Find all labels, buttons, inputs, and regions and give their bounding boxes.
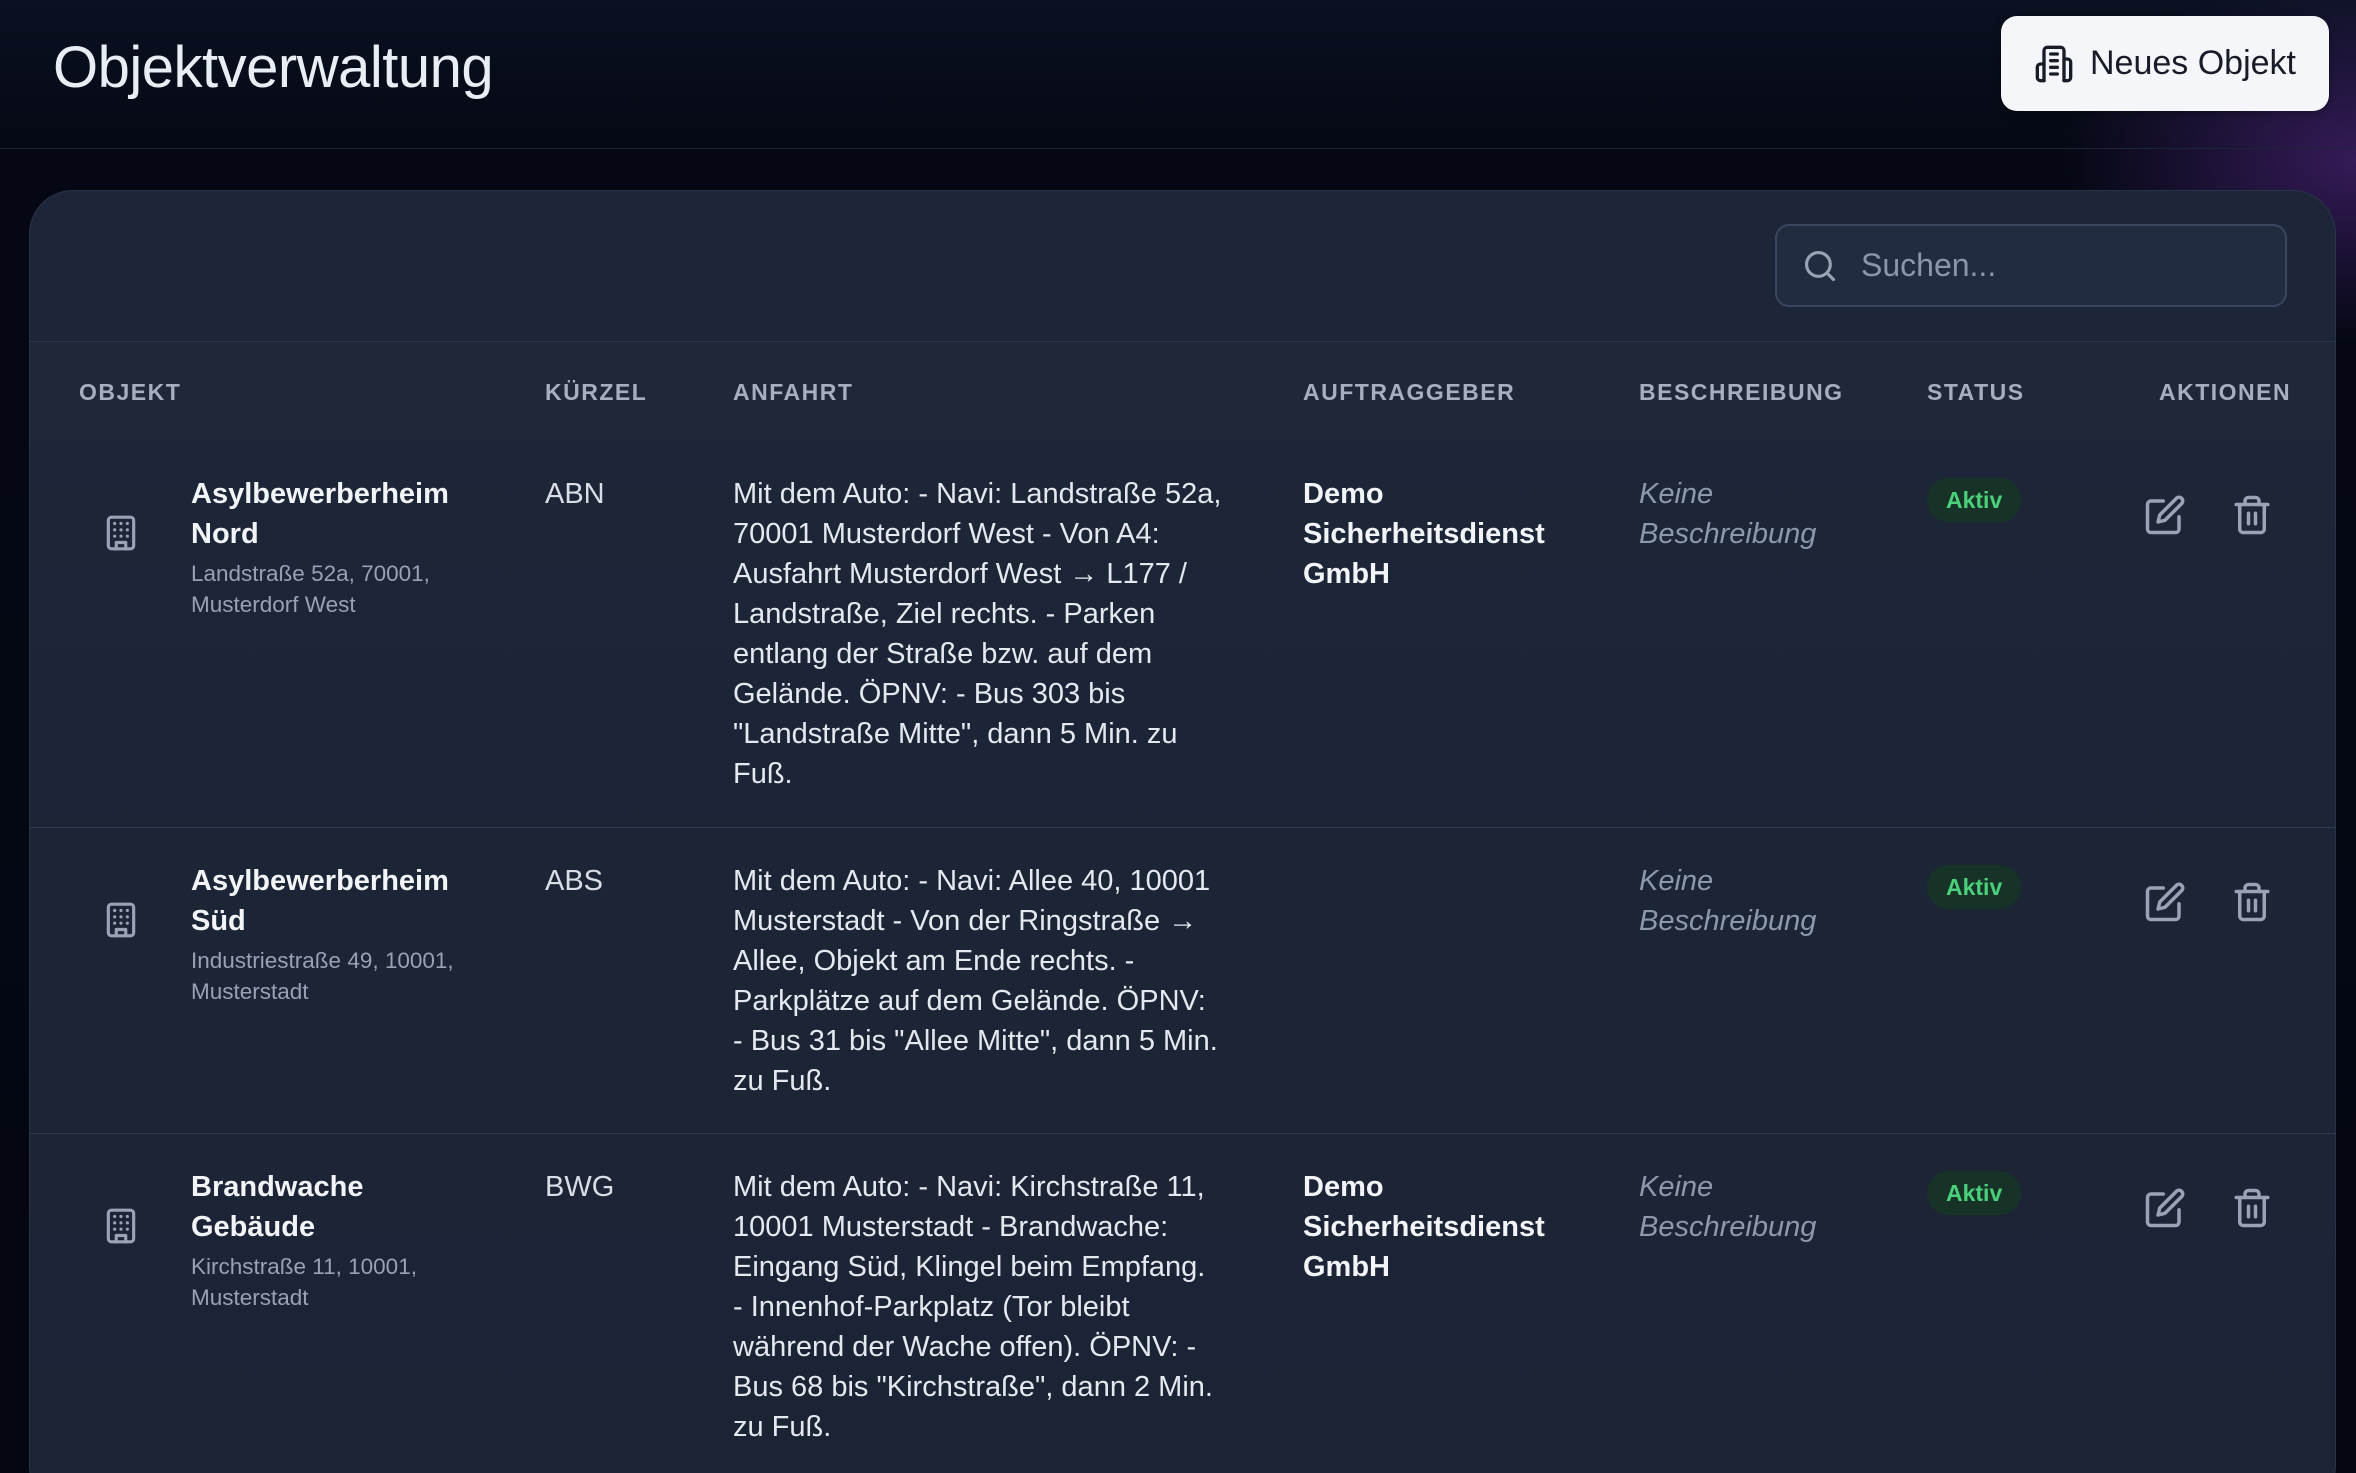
trash-icon[interactable]: [2231, 881, 2273, 923]
object-address: Landstraße 52a, 70001, Musterdorf West: [191, 561, 430, 617]
column-header-status: STATUS: [1927, 379, 2025, 405]
object-name: Brandwache Gebäude: [191, 1171, 364, 1243]
building-plus-icon: [2035, 45, 2073, 82]
object-kuerzel: ABN: [545, 478, 605, 510]
status-badge: Aktiv: [1927, 865, 2022, 909]
building-icon: [106, 902, 136, 938]
object-anfahrt: Mit dem Auto: - Navi: Landstraße 52a, 70…: [733, 478, 1222, 790]
table-row[interactable]: Brandwache Gebäude Kirchstraße 11, 10001…: [30, 1133, 2335, 1473]
column-header-beschreibung: BESCHREIBUNG: [1639, 379, 1844, 405]
column-header-aktionen: AKTIONEN: [2159, 379, 2292, 405]
table-header: OBJEKT KÜRZEL ANFAHRT AUFTRAGGEBER BESCH…: [30, 341, 2335, 441]
search-box[interactable]: [1775, 224, 2287, 307]
search-icon: [1804, 250, 1836, 281]
object-beschreibung: Keine Beschreibung: [1639, 1171, 1817, 1243]
object-address: Industriestraße 49, 10001, Musterstadt: [191, 948, 454, 1004]
column-header-auftraggeber: AUFTRAGGEBER: [1303, 379, 1516, 405]
object-beschreibung: Keine Beschreibung: [1639, 865, 1817, 937]
trash-icon[interactable]: [2231, 494, 2273, 536]
object-auftraggeber: Demo Sicherheitsdienst GmbH: [1303, 1171, 1545, 1283]
top-bar: Objektverwaltung Neues Objekt: [0, 0, 2356, 149]
edit-icon[interactable]: [2144, 494, 2186, 536]
column-header-kuerzel: KÜRZEL: [545, 379, 648, 405]
new-object-label: Neues Objekt: [2090, 44, 2296, 82]
object-auftraggeber: Demo Sicherheitsdienst GmbH: [1303, 478, 1545, 590]
table-row[interactable]: Asylbewerberheim Süd Industriestraße 49,…: [30, 827, 2335, 1133]
object-name: Asylbewerberheim Süd: [191, 865, 449, 937]
object-kuerzel: ABS: [545, 865, 604, 897]
edit-icon[interactable]: [2144, 1187, 2186, 1229]
status-badge: Aktiv: [1927, 1171, 2022, 1215]
column-header-objekt: OBJEKT: [79, 379, 182, 405]
object-anfahrt: Mit dem Auto: - Navi: Allee 40, 10001 Mu…: [733, 865, 1218, 1097]
object-kuerzel: BWG: [545, 1171, 615, 1203]
new-object-button[interactable]: Neues Objekt: [2001, 16, 2329, 111]
objects-panel: OBJEKT KÜRZEL ANFAHRT AUFTRAGGEBER BESCH…: [29, 190, 2336, 1473]
object-address: Kirchstraße 11, 10001, Musterstadt: [191, 1254, 417, 1310]
object-beschreibung: Keine Beschreibung: [1639, 478, 1817, 550]
table-row[interactable]: Asylbewerberheim Nord Landstraße 52a, 70…: [30, 441, 2335, 827]
page-title: Objektverwaltung: [53, 35, 494, 100]
app-window: Objektverwaltung Neues Objekt OBJEKT KÜR…: [0, 0, 2356, 1473]
search-input[interactable]: [1859, 246, 2263, 285]
building-icon: [106, 515, 136, 551]
status-badge: Aktiv: [1927, 478, 2022, 522]
column-header-anfahrt: ANFAHRT: [733, 379, 854, 405]
building-icon: [106, 1208, 136, 1244]
edit-icon[interactable]: [2144, 881, 2186, 923]
trash-icon[interactable]: [2231, 1187, 2273, 1229]
object-anfahrt: Mit dem Auto: - Navi: Kirchstraße 11, 10…: [733, 1171, 1213, 1443]
object-name: Asylbewerberheim Nord: [191, 478, 449, 550]
